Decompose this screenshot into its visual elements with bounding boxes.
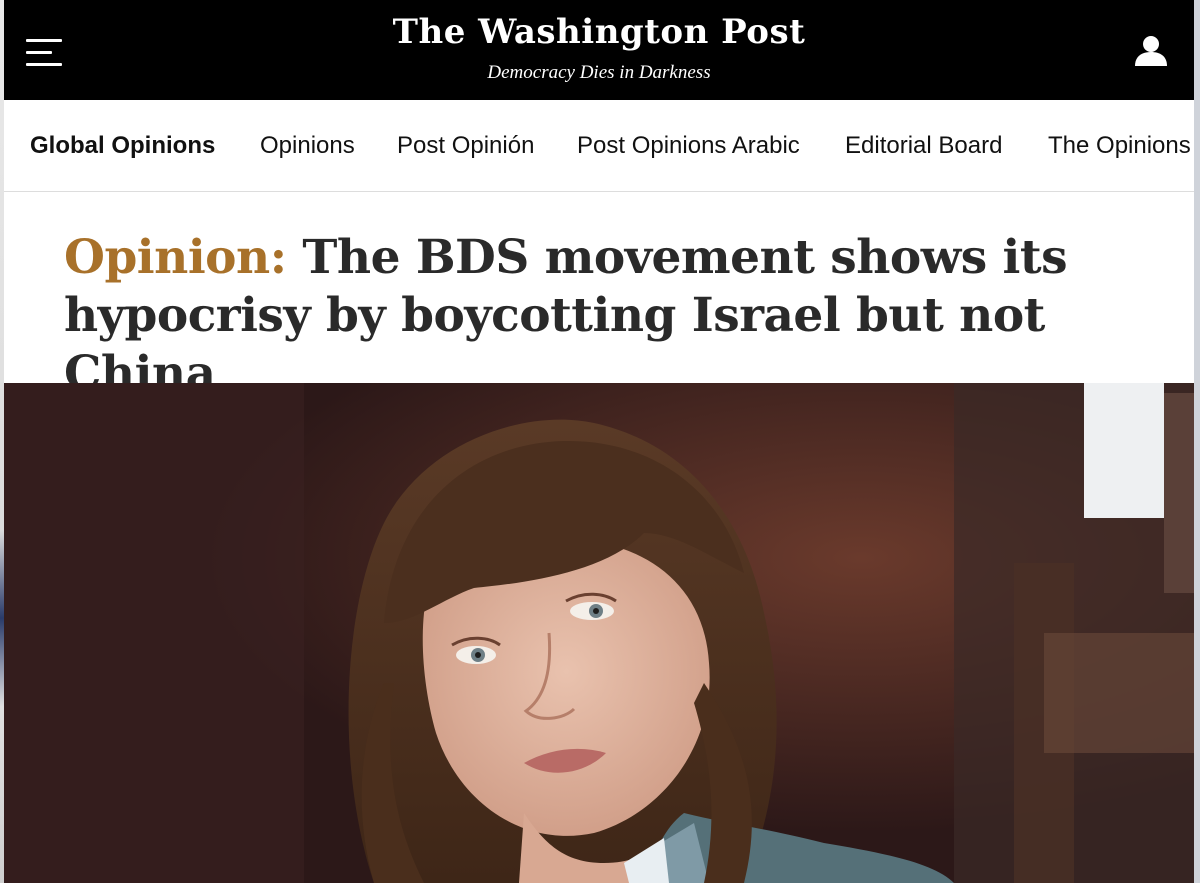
nav-item-global-opinions[interactable]: Global Opinions (30, 132, 215, 160)
headline-area: Opinion: The BDS movement shows its hypo… (4, 193, 1194, 401)
nav-item-opinions[interactable]: Opinions (260, 132, 355, 160)
masthead: The Washington Post Democracy Dies in Da… (4, 0, 1194, 100)
browser-window: The Washington Post Democracy Dies in Da… (0, 0, 1200, 883)
article-page: The Washington Post Democracy Dies in Da… (4, 0, 1194, 883)
nav-item-editorial-board[interactable]: Editorial Board (845, 132, 1002, 160)
section-nav: Global Opinions Opinions Post Opinión Po… (4, 100, 1194, 192)
brand-logo[interactable]: The Washington Post (4, 12, 1194, 52)
background-window-edge-right (1194, 0, 1200, 883)
nav-item-post-opinions-arabic[interactable]: Post Opinions Arabic (577, 132, 800, 160)
user-account-icon[interactable] (1132, 32, 1170, 70)
headline-kicker: Opinion: (64, 230, 287, 285)
nav-item-the-opinions[interactable]: The Opinions (1048, 132, 1191, 160)
nav-item-post-opinion[interactable]: Post Opinión (397, 132, 534, 160)
lead-photo (4, 383, 1194, 883)
article-headline: Opinion: The BDS movement shows its hypo… (64, 229, 1174, 403)
brand-tagline: Democracy Dies in Darkness (487, 62, 711, 83)
